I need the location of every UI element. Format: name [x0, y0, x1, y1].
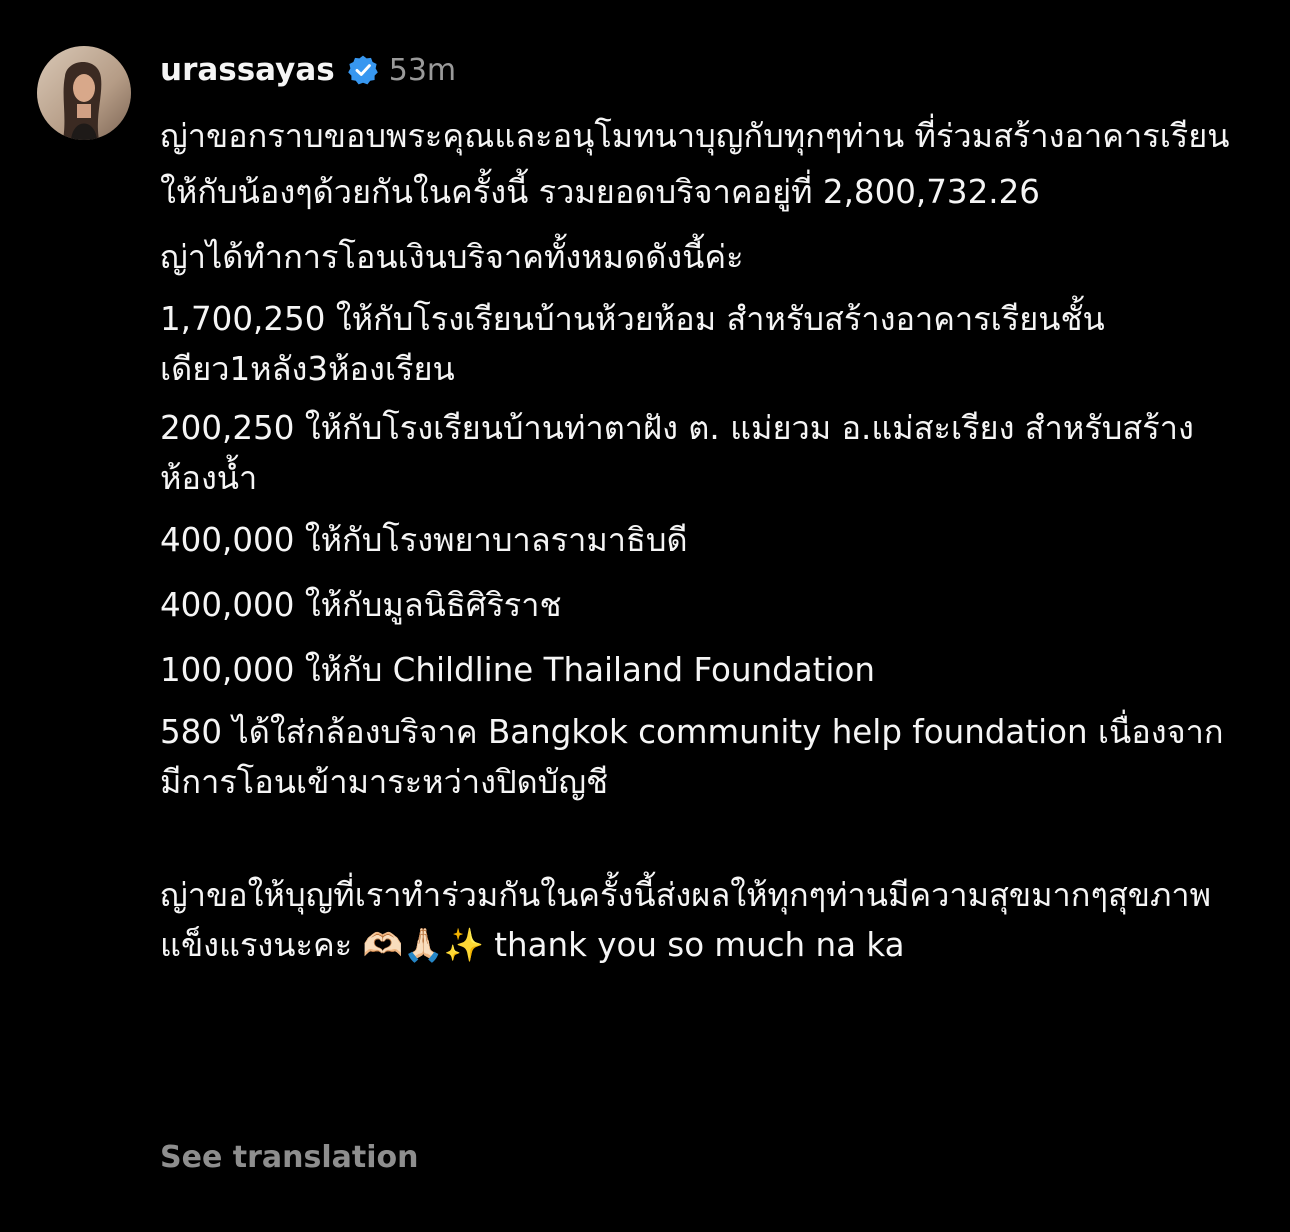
caption-paragraph: ญ่าขอให้บุญที่เราทำร่วมกันในครั้งนี้ส่งผ… [160, 876, 1212, 964]
post-timestamp: 53m [388, 52, 457, 88]
caption-paragraph: 400,000 ให้กับมูลนิธิศิริราช [160, 586, 562, 624]
profile-photo [37, 46, 131, 140]
caption-paragraph: 200,250 ให้กับโรงเรียนบ้านท่าตาฝัง ต. แม… [160, 409, 1194, 497]
avatar[interactable] [37, 46, 131, 140]
username-link[interactable]: urassayas [160, 52, 335, 88]
verified-badge-icon [347, 54, 379, 86]
caption-paragraph: 1,700,250 ให้กับโรงเรียนบ้านห้วยห้อม สำห… [160, 300, 1105, 388]
caption-paragraph: 400,000 ให้กับโรงพยาบาลรามาธิบดี [160, 521, 688, 559]
post-caption: ญ่าขอกราบขอบพระคุณและอนุโมทนาบุญกับทุกๆท… [160, 108, 1240, 979]
caption-paragraph: ญ่าได้ทำการโอนเงินบริจาคทั้งหมดดังนี้ค่ะ [160, 238, 744, 276]
caption-paragraph: 580 ได้ใส่กล้องบริจาค Bangkok community … [160, 713, 1224, 801]
caption-paragraph: 100,000 ให้กับ Childline Thailand Founda… [160, 651, 875, 689]
caption-paragraph: ญ่าขอกราบขอบพระคุณและอนุโมทนาบุญกับทุกๆท… [160, 117, 1230, 211]
see-translation-button[interactable]: See translation [160, 1140, 418, 1175]
post-header: urassayas 53m [160, 48, 456, 92]
